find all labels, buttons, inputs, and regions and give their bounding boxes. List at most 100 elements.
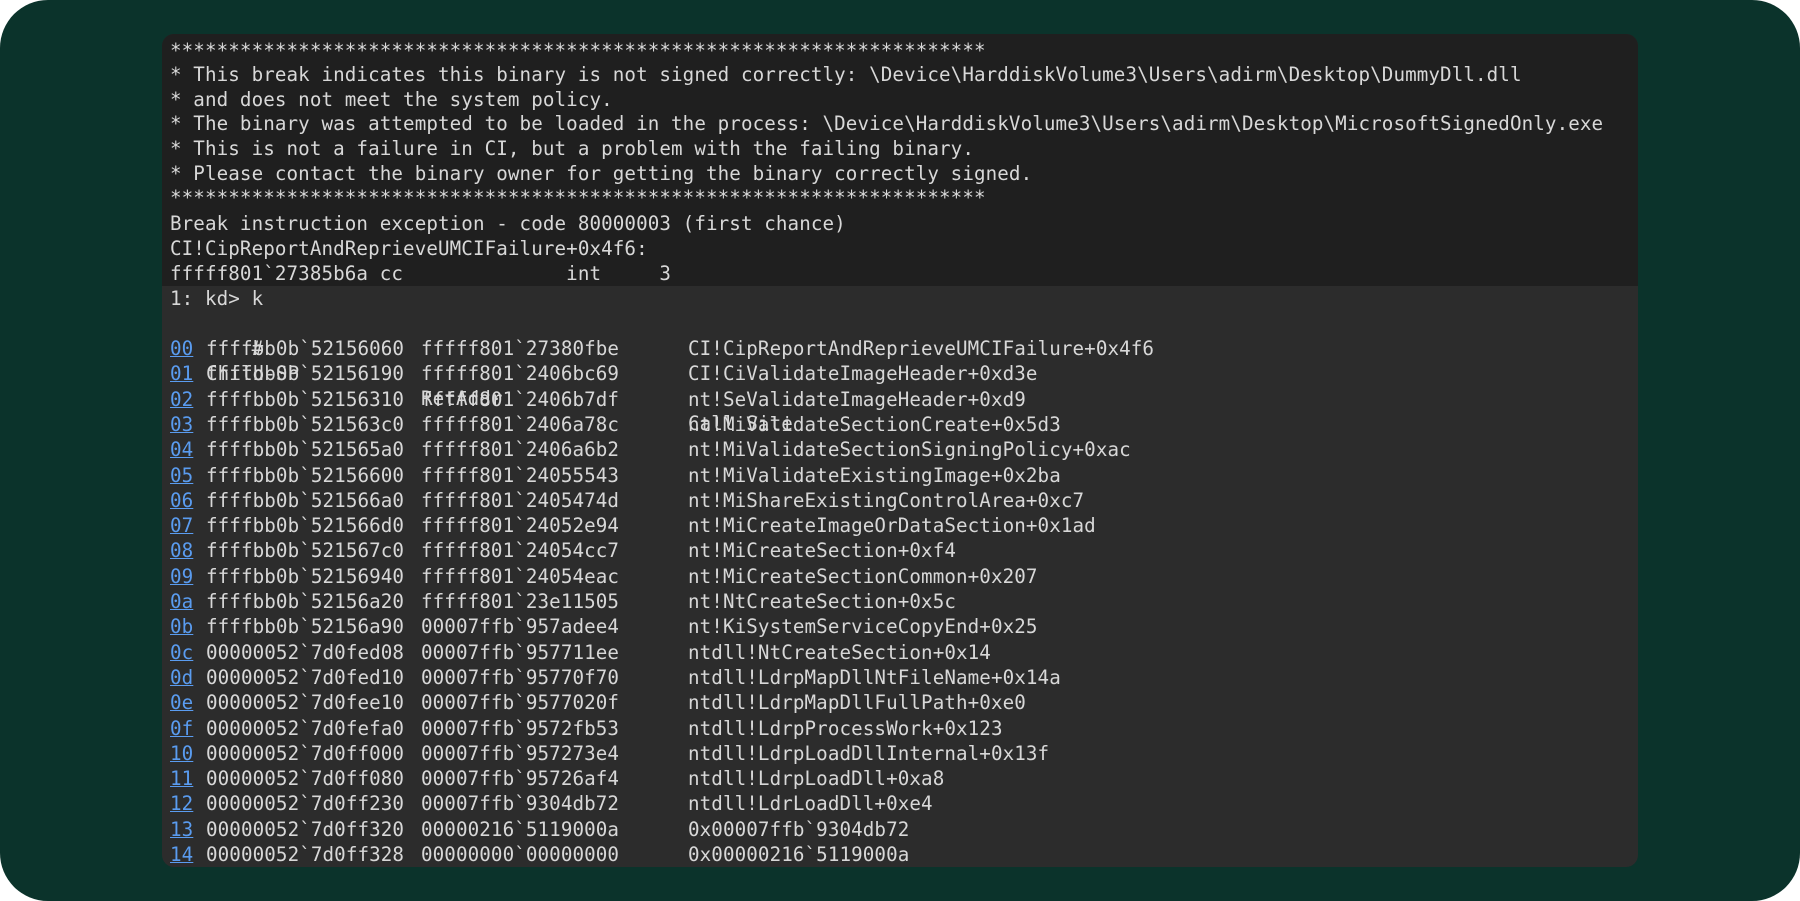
call-site-value: ntdll!LdrpProcessWork+0x123: [688, 716, 1003, 740]
child-sp-value: 00000052`7d0fed10: [206, 665, 405, 689]
call-site-value: CI!CiValidateImageHeader+0xd3e: [688, 362, 1038, 386]
ret-addr-value: fffff801`2405474d: [421, 488, 620, 512]
stack-frame-row: 06 ffffbb0b`521566a0 fffff801`2405474d nt!M…: [170, 488, 1084, 513]
stack-frame-row: 10 00000052`7d0ff000 00007ffb`957273e4 ntdl…: [170, 741, 1049, 766]
ret-addr-value: 00007ffb`957273e4: [421, 741, 620, 765]
exception-line: Break instruction exception - code 80000…: [170, 212, 846, 235]
frame-number-link[interactable]: 0f: [170, 717, 193, 740]
call-site-value: nt!NtCreateSection+0x5c: [688, 590, 956, 613]
banner-line-1: * This break indicates this binary is no…: [170, 63, 1522, 86]
frame-number-link[interactable]: 0b: [170, 615, 193, 638]
call-site-value: nt!KiSystemServiceCopyEnd+0x25: [688, 615, 1038, 639]
debugger-output-window[interactable]: ****************************************…: [162, 34, 1638, 867]
frame-number-link[interactable]: 03: [170, 413, 193, 436]
call-site-value: CI!CipReportAndReprieveUMCIFailure+0x4f6: [688, 337, 1155, 360]
ret-addr-value: fffff801`2406a6b2: [421, 438, 620, 462]
call-site-value: nt!MiValidateSectionSigningPolicy+0xac: [688, 438, 1131, 462]
frame-number-link[interactable]: 01: [170, 362, 193, 385]
frame-number-link[interactable]: 00: [170, 337, 193, 360]
frame-number-link[interactable]: 02: [170, 388, 193, 411]
ret-addr-value: fffff801`24054eac: [421, 564, 620, 588]
ret-addr-value: fffff801`24055543: [421, 463, 620, 487]
banner-line-5: * Please contact the binary owner for ge…: [170, 162, 1033, 185]
frame-number-link[interactable]: 0a: [170, 590, 193, 613]
frame-number-link[interactable]: 0c: [170, 641, 193, 664]
child-sp-value: ffffbb0b`52156310: [206, 387, 405, 411]
stack-frame-row: 0c 00000052`7d0fed08 00007ffb`957711ee ntdl…: [170, 640, 991, 665]
stack-frame-row: 07 ffffbb0b`521566d0 fffff801`24052e94 nt!M…: [170, 513, 1096, 538]
banner-stars-top: ****************************************…: [170, 39, 986, 62]
ret-addr-value: fffff801`23e11505: [421, 590, 620, 613]
ret-addr-value: 00007ffb`9572fb53: [421, 716, 620, 740]
child-sp-value: 00000052`7d0ff080: [206, 767, 405, 791]
child-sp-value: ffffbb0b`521566a0: [206, 488, 405, 512]
frame-number-link[interactable]: 06: [170, 489, 193, 512]
ret-addr-value: fffff801`24052e94: [421, 514, 620, 538]
frame-number-link[interactable]: 08: [170, 539, 193, 562]
ret-addr-value: 00000000`00000000: [421, 843, 620, 866]
frame-number-link[interactable]: 14: [170, 843, 193, 866]
stack-frame-row: 04 ffffbb0b`521565a0 fffff801`2406a6b2 nt!M…: [170, 437, 1131, 462]
stack-frame-row: 12 00000052`7d0ff230 00007ffb`9304db72 ntdl…: [170, 791, 933, 816]
frame-number-link[interactable]: 0d: [170, 666, 193, 689]
command-prompt: 1: kd> k: [170, 287, 264, 310]
child-sp-value: ffffbb0b`521566d0: [206, 514, 405, 538]
ret-addr-value: fffff801`24054cc7: [421, 539, 620, 563]
stack-frame-row: 0e 00000052`7d0fee10 00007ffb`9577020f ntdl…: [170, 690, 1026, 715]
ret-addr-value: 00007ffb`95726af4: [421, 767, 620, 791]
child-sp-value: 00000052`7d0fee10: [206, 691, 405, 715]
call-site-value: nt!MiCreateSection+0xf4: [688, 539, 956, 563]
stack-frame-row: 03 ffffbb0b`521563c0 fffff801`2406a78c nt!M…: [170, 412, 1061, 437]
call-site-value: ntdll!LdrpMapDllNtFileName+0x14a: [688, 665, 1061, 689]
frame-number-link[interactable]: 10: [170, 742, 193, 765]
ret-addr-value: 00007ffb`95770f70: [421, 665, 620, 689]
ret-addr-value: 00000216`5119000a: [421, 817, 620, 841]
call-site-value: 0x00000216`5119000a: [688, 843, 910, 866]
child-sp-value: 00000052`7d0fed08: [206, 640, 405, 664]
exception-symbol-line: CI!CipReportAndReprieveUMCIFailure+0x4f6…: [170, 237, 648, 260]
child-sp-value: ffffbb0b`52156940: [206, 564, 405, 588]
banner-stars-bottom: ****************************************…: [170, 186, 986, 209]
frame-number-link[interactable]: 05: [170, 464, 193, 487]
frame-number-link[interactable]: 13: [170, 818, 193, 841]
call-site-value: nt!MiCreateImageOrDataSection+0x1ad: [688, 514, 1096, 538]
frame-number-link[interactable]: 04: [170, 438, 193, 461]
call-site-value: ntdll!LdrLoadDll+0xe4: [688, 792, 933, 816]
ret-addr-value: fffff801`2406b7df: [421, 387, 620, 411]
frame-number-link[interactable]: 07: [170, 514, 193, 537]
child-sp-value: 00000052`7d0ff320: [206, 817, 405, 841]
ret-addr-value: 00007ffb`9304db72: [421, 792, 620, 816]
stack-frame-row: 0d 00000052`7d0fed10 00007ffb`95770f70 ntdl…: [170, 665, 1061, 690]
stack-frame-row: 02 ffffbb0b`52156310 fffff801`2406b7df nt!S…: [170, 387, 1026, 412]
ret-addr-value: 00007ffb`9577020f: [421, 691, 620, 715]
banner-line-4: * This is not a failure in CI, but a pro…: [170, 137, 974, 160]
stack-frame-row: 01 ffffbb0b`52156190 fffff801`2406bc69 CI!C…: [170, 361, 1037, 386]
stack-frame-row: 14 00000052`7d0ff328 00000000`00000000 0x00…: [170, 842, 909, 867]
stack-frame-row: 05 ffffbb0b`52156600 fffff801`24055543 nt!M…: [170, 463, 1061, 488]
stack-header-row: # Child-SP RetAddr Call Site: [170, 311, 793, 435]
stack-frame-row: 0b ffffbb0b`52156a90 00007ffb`957adee4 nt!K…: [170, 614, 1037, 639]
call-site-value: nt!MiValidateSectionCreate+0x5d3: [688, 412, 1061, 436]
frame-number-link[interactable]: 11: [170, 767, 193, 790]
child-sp-value: ffffbb0b`521563c0: [206, 412, 405, 436]
frame-number-link[interactable]: 0e: [170, 691, 193, 714]
stack-frame-row: 0a ffffbb0b`52156a20 fffff801`23e11505 nt!N…: [170, 589, 956, 614]
call-site-value: 0x00007ffb`9304db72: [688, 817, 910, 841]
child-sp-value: 00000052`7d0ff230: [206, 792, 405, 816]
call-site-value: nt!MiValidateExistingImage+0x2ba: [688, 463, 1061, 487]
child-sp-value: ffffbb0b`52156060: [206, 337, 405, 360]
call-site-value: nt!SeValidateImageHeader+0xd9: [688, 387, 1026, 411]
frame-number-link[interactable]: 09: [170, 565, 193, 588]
child-sp-value: 00000052`7d0ff000: [206, 741, 405, 765]
banner-line-2: * and does not meet the system policy.: [170, 88, 613, 111]
stack-frame-row: 09 ffffbb0b`52156940 fffff801`24054eac nt!M…: [170, 564, 1037, 589]
banner-block: ****************************************…: [162, 34, 1638, 286]
call-site-value: ntdll!LdrpLoadDll+0xa8: [688, 767, 945, 791]
ret-addr-value: fffff801`2406bc69: [421, 362, 620, 386]
banner-line-3: * The binary was attempted to be loaded …: [170, 112, 1604, 135]
stack-frame-row: 13 00000052`7d0ff320 00000216`5119000a 0x00…: [170, 817, 909, 842]
frame-number-link[interactable]: 12: [170, 792, 193, 815]
frame-background: ****************************************…: [0, 0, 1800, 901]
stack-frame-row: 08 ffffbb0b`521567c0 fffff801`24054cc7 nt!M…: [170, 538, 956, 563]
ret-addr-value: 00007ffb`957adee4: [421, 615, 620, 639]
